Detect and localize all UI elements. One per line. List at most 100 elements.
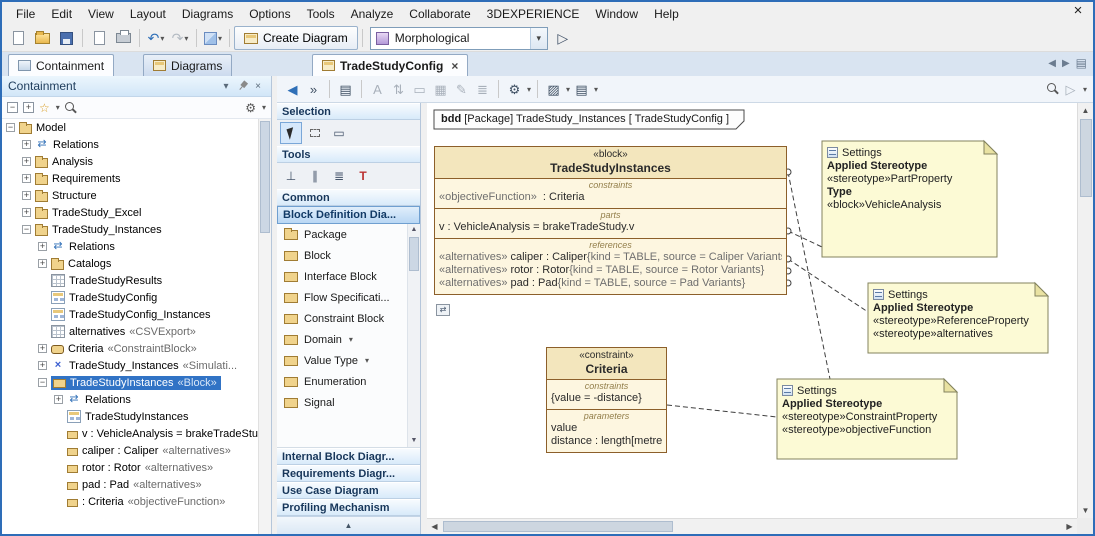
image-export-icon[interactable]: ▨	[544, 83, 563, 96]
horizontal-layout-button[interactable]: ≣	[328, 165, 350, 187]
constraint-header[interactable]: «constraint» Criteria	[547, 348, 666, 380]
view-options-icon[interactable]: ▤	[572, 83, 591, 96]
expander-icon[interactable]: −	[22, 225, 31, 234]
next-tab-icon[interactable]: ▶	[1062, 58, 1070, 69]
palette-item-value-type[interactable]: Value Type▾	[277, 350, 420, 371]
expander-icon[interactable]: +	[38, 259, 47, 268]
tree-item-tradestudy-excel[interactable]: +TradeStudy_Excel	[2, 204, 258, 221]
constraint-criteria[interactable]: «constraint» Criteria constraints {value…	[546, 347, 667, 453]
menu-file[interactable]: File	[8, 4, 43, 24]
chevron-down-icon[interactable]: ▾	[594, 85, 598, 94]
search-icon[interactable]	[65, 102, 77, 114]
diagram-options-gear-icon[interactable]: ⚙	[505, 83, 524, 96]
run-button[interactable]: ▷	[552, 27, 574, 49]
save-button[interactable]	[55, 27, 77, 49]
tab-close-icon[interactable]: ×	[451, 59, 458, 73]
vertical-layout-button[interactable]: ∥	[304, 165, 326, 187]
tree-item-rotor[interactable]: rotor : Rotor«alternatives»	[2, 459, 258, 476]
menu-collaborate[interactable]: Collaborate	[401, 4, 478, 24]
tree-item-tradestudyconfig-instances[interactable]: TradeStudyConfig_Instances	[2, 306, 258, 323]
shape-icon[interactable]: ▭	[410, 83, 429, 96]
tree-item-tradestudyresults[interactable]: TradeStudyResults	[2, 272, 258, 289]
tree-item-model[interactable]: −Model	[2, 119, 258, 136]
part-property-line[interactable]: v : VehicleAnalysis = brakeTradeStudy.v	[439, 221, 782, 234]
menu-window[interactable]: Window	[587, 4, 646, 24]
tree-item-catalogs[interactable]: +Catalogs	[2, 255, 258, 272]
scrollbar-thumb[interactable]	[260, 121, 270, 233]
menu-diagrams[interactable]: Diagrams	[174, 4, 241, 24]
menu-options[interactable]: Options	[241, 4, 298, 24]
diagram-canvas[interactable]: bdd [Package] TradeStudy_Instances [ Tra…	[427, 103, 1077, 518]
palette-section-selection[interactable]: Selection	[277, 103, 420, 120]
scroll-right-icon[interactable]: ▶	[1062, 519, 1077, 534]
swap-orientation-icon[interactable]: ⇅	[389, 83, 408, 96]
tree-item-caliper[interactable]: caliper : Caliper«alternatives»	[2, 442, 258, 459]
parameter-line[interactable]: distance : length[metre]	[551, 435, 662, 448]
free-select-button[interactable]: ▭	[328, 122, 350, 144]
scroll-up-icon[interactable]: ▲	[408, 224, 420, 236]
palette-section-ibd[interactable]: Internal Block Diagr...	[277, 448, 420, 465]
anchor-connector-criteria-note[interactable]	[667, 405, 777, 417]
tree-item-criteria[interactable]: +Criteria«ConstraintBlock»	[2, 340, 258, 357]
expander-icon[interactable]: +	[22, 174, 31, 183]
tree-item-criteria-property[interactable]: : Criteria«objectiveFunction»	[2, 493, 258, 510]
chevron-down-icon[interactable]: ▾	[262, 103, 266, 112]
create-diagram-button[interactable]: Create Diagram	[234, 26, 358, 50]
tree-item-relations[interactable]: +Relations	[2, 238, 258, 255]
tree-item-relations[interactable]: +Relations	[2, 391, 258, 408]
scroll-up-icon[interactable]: ▲	[1078, 103, 1093, 118]
tree-item-tradestudy-instances-sim[interactable]: +TradeStudy_Instances«Simulati...	[2, 357, 258, 374]
vertical-scrollbar[interactable]: ▲ ▼	[1077, 103, 1093, 518]
collapse-all-icon[interactable]: −	[7, 102, 18, 113]
expander-icon[interactable]: +	[22, 191, 31, 200]
reference-property-line[interactable]: «alternatives»rotor : Rotor{kind = TABLE…	[439, 264, 782, 277]
perspective-combo[interactable]: Morphological ▾	[370, 27, 548, 50]
menu-analyze[interactable]: Analyze	[343, 4, 402, 24]
undo-button[interactable]: ↶▾	[145, 27, 167, 49]
marquee-select-button[interactable]	[304, 122, 326, 144]
tab-diagrams[interactable]: Diagrams	[143, 54, 232, 76]
constraint-expression[interactable]: {value = -distance}	[551, 392, 662, 405]
palette-item-enumeration[interactable]: Enumeration	[277, 371, 420, 392]
tree-item-alternatives[interactable]: alternatives«CSVExport»	[2, 323, 258, 340]
expander-icon[interactable]: +	[22, 157, 31, 166]
toolbar-overflow-icon[interactable]: »	[304, 83, 323, 96]
grid-icon[interactable]: ▦	[431, 83, 450, 96]
pin-icon[interactable]	[236, 79, 251, 94]
palette-item-domain[interactable]: Domain▾	[277, 329, 420, 350]
expander-icon[interactable]: +	[38, 361, 47, 370]
chevron-down-icon[interactable]: ▾	[365, 356, 369, 365]
expander-icon[interactable]: +	[54, 395, 63, 404]
tree-item-v-vehicleanalysis[interactable]: v : VehicleAnalysis = brakeTradeStudy.v	[2, 425, 258, 442]
chevron-down-icon[interactable]: ▾	[527, 85, 531, 94]
chevron-down-icon[interactable]: ▾	[184, 34, 188, 43]
parameter-line[interactable]: value	[551, 422, 662, 435]
menu-tools[interactable]: Tools	[299, 4, 343, 24]
palette-section-profiling[interactable]: Profiling Mechanism	[277, 499, 420, 516]
chevron-down-icon[interactable]: ▾	[160, 34, 164, 43]
prev-tab-icon[interactable]: ◀	[1048, 58, 1056, 69]
constraint-property-line[interactable]: «objectiveFunction» : Criteria	[439, 191, 782, 204]
expander-icon[interactable]: +	[22, 208, 31, 217]
tab-containment[interactable]: Containment	[8, 54, 114, 76]
menu-help[interactable]: Help	[646, 4, 687, 24]
nav-back-icon[interactable]: ◀	[283, 83, 302, 96]
palette-section-tools[interactable]: Tools	[277, 146, 420, 163]
palette-collapse-button[interactable]: ▲	[277, 516, 420, 534]
tree-item-analysis[interactable]: +Analysis	[2, 153, 258, 170]
chevron-down-icon[interactable]: ▾	[349, 335, 353, 344]
tree-item-requirements[interactable]: +Requirements	[2, 170, 258, 187]
print-button[interactable]	[112, 27, 134, 49]
scroll-down-icon[interactable]: ▼	[408, 435, 420, 447]
palette-item-constraint-block[interactable]: Constraint Block	[277, 308, 420, 329]
tree-item-relations[interactable]: +Relations	[2, 136, 258, 153]
combo-dropdown-icon[interactable]: ▾	[530, 28, 547, 49]
palette-item-flow-specification[interactable]: Flow Specificati...	[277, 287, 420, 308]
select-tool-button[interactable]	[280, 122, 302, 144]
related-elements-button[interactable]: ▾	[202, 27, 224, 49]
scroll-down-icon[interactable]: ▼	[1078, 503, 1093, 518]
menu-edit[interactable]: Edit	[43, 4, 80, 24]
selected-tree-item[interactable]: TradeStudyInstances«Block»	[51, 376, 221, 390]
window-close-icon[interactable]: ×	[1069, 2, 1087, 19]
tree-item-tradestudy-instances[interactable]: −TradeStudy_Instances	[2, 221, 258, 238]
